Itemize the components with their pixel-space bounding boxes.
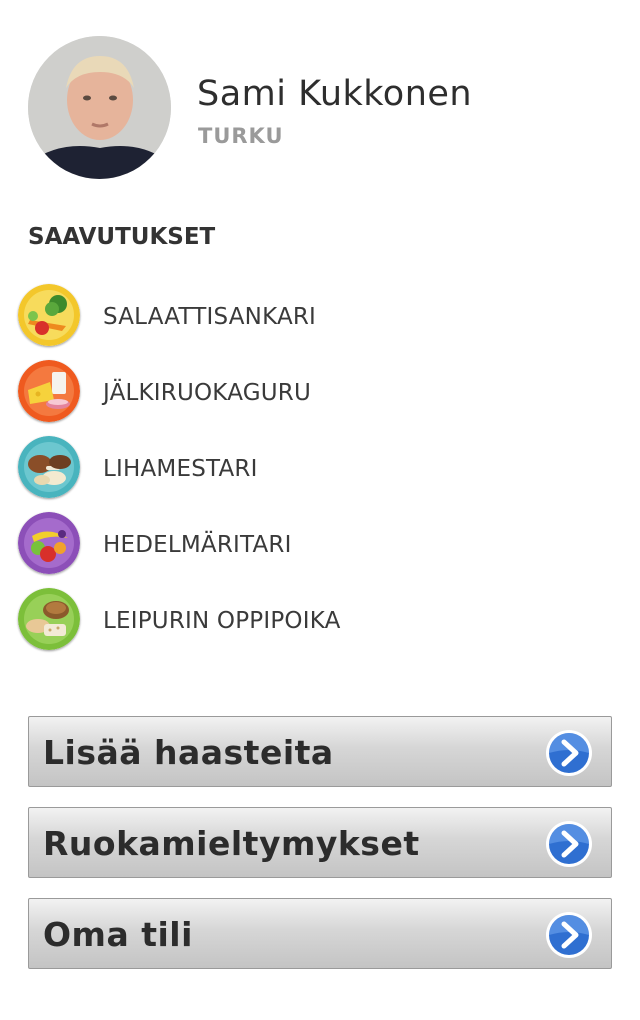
achievement-label: LEIPURIN OPPIPOIKA xyxy=(103,608,341,634)
achievement-jalkiruokaguru[interactable]: JÄLKIRUOKAGURU xyxy=(18,358,618,434)
user-name: Sami Kukkonen xyxy=(197,74,473,114)
achievement-salaattisankari[interactable]: SALAATTISANKARI xyxy=(18,282,618,358)
avatar[interactable] xyxy=(28,36,171,179)
achievement-leipurin-oppipoika[interactable]: LEIPURIN OPPIPOIKA xyxy=(18,586,618,662)
bread-icon xyxy=(18,588,80,650)
menu-label: Lisää haasteita xyxy=(43,733,334,772)
achievement-label: JÄLKIRUOKAGURU xyxy=(103,380,311,406)
achievement-label: LIHAMESTARI xyxy=(103,456,258,482)
my-account-button[interactable]: Oma tili xyxy=(28,898,612,969)
chevron-right-icon xyxy=(546,821,592,867)
more-challenges-button[interactable]: Lisää haasteita xyxy=(28,716,612,787)
chevron-right-icon xyxy=(546,912,592,958)
chevron-right-icon xyxy=(546,730,592,776)
user-city: TURKU xyxy=(198,124,284,148)
achievement-label: SALAATTISANKARI xyxy=(103,304,317,330)
menu-label: Ruokamieltymykset xyxy=(43,824,420,863)
food-preferences-button[interactable]: Ruokamieltymykset xyxy=(28,807,612,878)
fruit-icon xyxy=(18,512,80,574)
profile-header: Sami Kukkonen TURKU xyxy=(0,0,640,200)
achievements-title: SAAVUTUKSET xyxy=(28,224,216,250)
achievement-hedelmaritari[interactable]: HEDELMÄRITARI xyxy=(18,510,618,586)
achievement-lihamestari[interactable]: LIHAMESTARI xyxy=(18,434,618,510)
salad-icon xyxy=(18,284,80,346)
achievement-list: SALAATTISANKARI JÄLKIRUOKAGURU LIHAMESTA… xyxy=(18,282,618,662)
dessert-icon xyxy=(18,360,80,422)
achievement-label: HEDELMÄRITARI xyxy=(103,532,292,558)
main-menu: Lisää haasteita Ruokamieltymykset Oma ti… xyxy=(28,716,612,989)
meat-icon xyxy=(18,436,80,498)
menu-label: Oma tili xyxy=(43,915,193,954)
